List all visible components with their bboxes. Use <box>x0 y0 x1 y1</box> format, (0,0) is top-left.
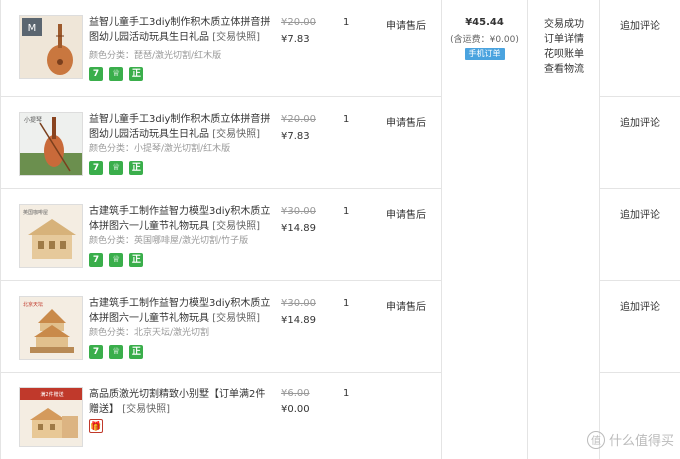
seven-day-return-icon[interactable]: 7 <box>89 67 103 81</box>
shield-icon[interactable]: ♕ <box>109 67 124 81</box>
seven-day-return-icon[interactable]: 7 <box>89 161 103 175</box>
seven-day-return-icon[interactable]: 7 <box>89 253 103 267</box>
item-title[interactable]: 益智儿童手工3diy制作积木质立体拼音拼图幼儿园活动玩具生日礼品 [交易快照] <box>89 15 275 45</box>
original-price: ¥6.00 <box>281 388 310 399</box>
house-model-icon[interactable]: 英国咖啡屋 <box>19 204 83 268</box>
unit-price: ¥7.83 <box>281 34 310 45</box>
add-comment-link[interactable]: 追加评论 <box>600 189 680 281</box>
apply-aftersale-link[interactable]: 申请售后 <box>386 206 426 221</box>
item-title-text[interactable]: 高品质激光切割精致小别墅【订单满2件赠送】 <box>89 389 265 415</box>
view-logistics-link[interactable]: 查看物流 <box>544 62 599 77</box>
svg-text:满2件赠送: 满2件赠送 <box>40 391 63 398</box>
apply-aftersale-link[interactable]: 申请售后 <box>386 114 426 129</box>
order-item-row: 满2件赠送 高品质激光切割精致小别墅【订单满2件赠送】 [交易快照] 🎁 ¥6.… <box>1 373 442 459</box>
unit-price: ¥14.89 <box>281 315 316 326</box>
temple-model-icon[interactable]: 北京天坛 <box>19 296 83 360</box>
add-comment-link[interactable]: 追加评论 <box>600 0 680 97</box>
quantity: 1 <box>343 206 350 217</box>
genuine-icon[interactable]: 正 <box>129 345 144 359</box>
item-title[interactable]: 古建筑手工制作益智力模型3diy积木质立体拼图六一儿童节礼物玩具 [交易快照] <box>89 204 275 234</box>
original-price: ¥20.00 <box>281 17 316 28</box>
huabei-bill-link[interactable]: 花呗账单 <box>544 47 599 62</box>
trade-status: 交易成功 <box>544 19 584 30</box>
item-title[interactable]: 古建筑手工制作益智力模型3diy积木质立体拼图六一儿童节礼物玩具 [交易快照] <box>89 296 275 326</box>
order-total-column: ¥45.44 (含运费：¥0.00) 手机订单 <box>442 0 528 459</box>
svg-text:北京天坛: 北京天坛 <box>23 301 43 308</box>
watermark: 值 什么值得买 <box>586 430 674 449</box>
comment-column: 追加评论 追加评论 追加评论 追加评论 <box>600 0 680 459</box>
watermark-text: 什么值得买 <box>608 434 674 449</box>
item-badges: 7 ♕ 正 <box>89 67 146 81</box>
gift-icon[interactable]: 🎁 <box>89 419 103 433</box>
apply-aftersale-link[interactable]: 申请售后 <box>386 17 426 32</box>
genuine-icon[interactable]: 正 <box>129 161 144 175</box>
shield-icon[interactable]: ♕ <box>109 345 124 359</box>
svg-text:小提琴: 小提琴 <box>24 116 42 124</box>
item-badges: 🎁 <box>89 419 106 433</box>
seven-day-return-icon[interactable]: 7 <box>89 345 103 359</box>
item-sku: 颜色分类：北京天坛/激光切割 <box>89 328 210 338</box>
pipa-instrument-icon[interactable]: M <box>19 15 83 79</box>
shipping-fee: (含运费：¥0.00) <box>450 35 519 45</box>
violin-icon[interactable]: 小提琴 <box>19 112 83 176</box>
unit-price: ¥7.83 <box>281 131 310 142</box>
zhi-logo-icon: 值 <box>586 430 605 449</box>
svg-text:英国咖啡屋: 英国咖啡屋 <box>23 209 48 216</box>
unit-price: ¥0.00 <box>281 404 310 415</box>
order-items: M 益智儿童手工3diy制作积木质立体拼音拼图幼儿园活动玩具生日礼品 [交易快照… <box>1 0 442 459</box>
order-detail-link[interactable]: 订单详情 <box>544 32 599 47</box>
trade-snapshot-link[interactable]: [交易快照] <box>212 221 260 232</box>
trade-snapshot-link[interactable]: [交易快照] <box>212 32 260 43</box>
quantity: 1 <box>343 17 350 28</box>
item-badges: 7 ♕ 正 <box>89 253 146 267</box>
quantity: 1 <box>343 114 350 125</box>
item-title[interactable]: 高品质激光切割精致小别墅【订单满2件赠送】 [交易快照] <box>89 387 275 417</box>
unit-price: ¥14.89 <box>281 223 316 234</box>
trade-snapshot-link[interactable]: [交易快照] <box>212 129 260 140</box>
item-sku: 颜色分类：小提琴/激光切割/红木版 <box>89 144 231 154</box>
original-price: ¥30.00 <box>281 206 316 217</box>
item-title[interactable]: 益智儿童手工3diy制作积木质立体拼音拼图幼儿园活动玩具生日礼品 [交易快照] <box>89 112 275 142</box>
item-sku: 颜色分类：英国哪啡屋/激光切割/竹子版 <box>89 236 249 246</box>
genuine-icon[interactable]: 正 <box>129 67 144 81</box>
order-table: M 益智儿童手工3diy制作积木质立体拼音拼图幼儿园活动玩具生日礼品 [交易快照… <box>0 0 680 459</box>
shield-icon[interactable]: ♕ <box>109 253 124 267</box>
original-price: ¥30.00 <box>281 298 316 309</box>
mobile-order-tag: 手机订单 <box>464 48 505 60</box>
order-item-row: 小提琴 益智儿童手工3diy制作积木质立体拼音拼图幼儿园活动玩具生日礼品 [交易… <box>1 97 442 189</box>
order-status-column: 交易成功 订单详情 花呗账单 查看物流 <box>528 0 600 459</box>
original-price: ¥20.00 <box>281 114 316 125</box>
quantity: 1 <box>343 388 350 399</box>
quantity: 1 <box>343 298 350 309</box>
order-item-row: 英国咖啡屋 古建筑手工制作益智力模型3diy积木质立体拼图六一儿童节礼物玩具 [… <box>1 189 442 281</box>
order-item-row: 北京天坛 古建筑手工制作益智力模型3diy积木质立体拼图六一儿童节礼物玩具 [交… <box>1 281 442 373</box>
add-comment-link[interactable]: 追加评论 <box>600 281 680 373</box>
apply-aftersale-link[interactable]: 申请售后 <box>386 298 426 313</box>
villa-model-icon[interactable]: 满2件赠送 <box>19 387 83 447</box>
item-badges: 7 ♕ 正 <box>89 345 146 359</box>
order-total: ¥45.44 <box>465 17 504 28</box>
item-badges: 7 ♕ 正 <box>89 161 146 175</box>
svg-text:M: M <box>28 23 37 34</box>
trade-snapshot-link[interactable]: [交易快照] <box>212 313 260 324</box>
trade-snapshot-link[interactable]: [交易快照] <box>122 404 170 415</box>
genuine-icon[interactable]: 正 <box>129 253 144 267</box>
shield-icon[interactable]: ♕ <box>109 161 124 175</box>
item-sku: 颜色分类：琵琶/激光切割/红木版 <box>89 51 222 61</box>
order-item-row: M 益智儿童手工3diy制作积木质立体拼音拼图幼儿园活动玩具生日礼品 [交易快照… <box>1 0 442 97</box>
add-comment-link[interactable]: 追加评论 <box>600 97 680 189</box>
